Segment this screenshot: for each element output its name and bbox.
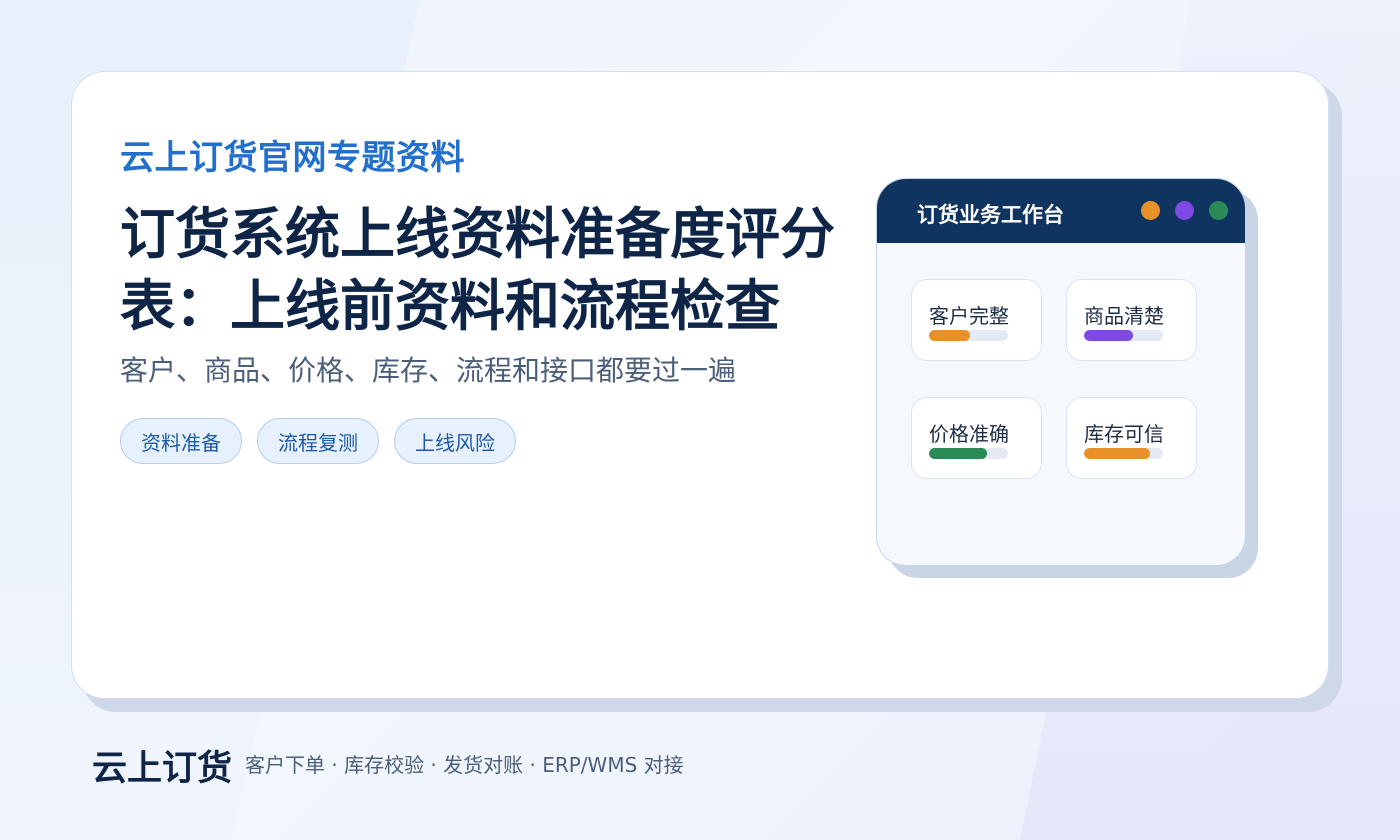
workspace-panel-title: 订货业务工作台 xyxy=(917,203,1064,227)
progress-bar xyxy=(929,330,1008,341)
footer-tagline: 客户下单 · 库存校验 · 发货对账 · ERP/WMS 对接 xyxy=(245,753,684,777)
metric-card-price[interactable]: 价格准确 xyxy=(911,397,1042,479)
green-dot-icon xyxy=(1209,201,1228,220)
tag-process-retest[interactable]: 流程复测 xyxy=(257,418,379,464)
metric-label: 客户完整 xyxy=(929,304,1009,328)
tag-list: 资料准备 流程复测 上线风险 xyxy=(120,418,516,464)
progress-fill xyxy=(1084,330,1133,341)
eyebrow-label: 云上订货官网专题资料 xyxy=(120,138,465,178)
workspace-panel: 订货业务工作台 客户完整 商品清楚 价格准确 库存可信 xyxy=(876,178,1246,566)
metric-label: 价格准确 xyxy=(929,422,1009,446)
progress-bar xyxy=(929,448,1008,459)
brand-logo: 云上订货 xyxy=(92,749,233,789)
metric-card-customer[interactable]: 客户完整 xyxy=(911,279,1042,361)
metric-card-inventory[interactable]: 库存可信 xyxy=(1066,397,1197,479)
metric-card-product[interactable]: 商品清楚 xyxy=(1066,279,1197,361)
page-title: 订货系统上线资料准备度评分表：上线前资料和流程检查 xyxy=(120,202,836,338)
progress-bar xyxy=(1084,330,1163,341)
workspace-panel-header: 订货业务工作台 xyxy=(877,179,1245,243)
purple-dot-icon xyxy=(1175,201,1194,220)
progress-fill xyxy=(1084,448,1150,459)
progress-bar xyxy=(1084,448,1163,459)
progress-fill xyxy=(929,330,971,341)
orange-dot-icon xyxy=(1141,201,1160,220)
tag-launch-risk[interactable]: 上线风险 xyxy=(394,418,516,464)
metric-label: 商品清楚 xyxy=(1084,304,1164,328)
progress-fill xyxy=(929,448,987,459)
tag-data-prep[interactable]: 资料准备 xyxy=(120,418,242,464)
metric-label: 库存可信 xyxy=(1084,422,1164,446)
page-subtitle: 客户、商品、价格、库存、流程和接口都要过一遍 xyxy=(120,354,737,387)
